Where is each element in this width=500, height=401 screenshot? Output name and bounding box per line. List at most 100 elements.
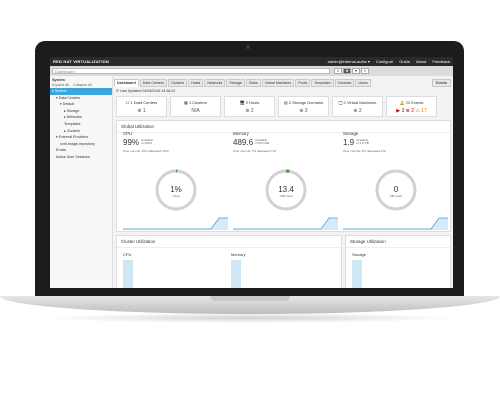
global-utilization-panel: Global Utilization CPU 99% Available of 100…: [116, 120, 451, 232]
about-link[interactable]: About: [416, 59, 426, 64]
donut-center-value: 13.4: [278, 185, 294, 194]
card-event-counts: ▶ 3 ⊗ 2 ⚠ 17: [387, 108, 436, 114]
donut-center-label: Used: [172, 194, 179, 198]
utilization-donut[interactable]: 13.4GiB Used: [263, 167, 309, 213]
tab-storage[interactable]: Storage: [226, 79, 245, 87]
available-summary: 1.9 Available of 1.9 TiB: [343, 138, 448, 147]
cluster-cpu-heatmap[interactable]: [123, 260, 133, 288]
available-total: of 503 GiB: [255, 141, 270, 146]
over-commit-text: Over commit: 7% (allocated 7%): [233, 149, 277, 153]
search-input[interactable]: Dashboard: [52, 68, 330, 74]
donut-center-value: 1%: [170, 185, 182, 194]
tree-item[interactable]: ▸ Clusters: [50, 128, 112, 135]
metric-name: CPU: [123, 131, 133, 136]
available-caption: Available of 503 GiB: [255, 138, 270, 146]
card-value: ⊕ 2: [245, 108, 254, 114]
card-title: 🖥 2 Hosts: [239, 100, 260, 105]
tab-hosts[interactable]: Hosts: [188, 79, 204, 87]
warning-count: ⚠ 17: [415, 108, 427, 114]
user-menu[interactable]: admin@internal-authz ▾: [328, 59, 370, 64]
donut-center-label: TiB Used: [390, 194, 403, 198]
bookmark-star-icon[interactable]: ★: [343, 68, 351, 74]
cluster-cpu-label: CPU: [123, 252, 132, 257]
available-summary: 489.6 Available of 503 GiB: [233, 138, 338, 147]
tab-data-centers[interactable]: Data Centers: [139, 79, 167, 87]
utilization-cpu: CPU 99% Available of 100% Over commit: 11% (…: [123, 131, 228, 231]
tree-item[interactable]: ▾ System: [50, 88, 112, 95]
tab-pools[interactable]: Pools: [295, 79, 311, 87]
utilization-donut[interactable]: 0TiB Used: [373, 167, 419, 213]
utilization-sparkline[interactable]: [343, 214, 448, 230]
cluster-utilization-panel: Cluster Utilization CPU Memory: [116, 235, 342, 288]
guide-link[interactable]: Guide: [399, 59, 410, 64]
available-value: 489.6: [233, 138, 254, 147]
tree-item[interactable]: ovirt-image-repository: [50, 141, 112, 148]
system-tree: ▾ System ▾ Data Centers ▾ Default ▸ Storage…: [50, 88, 112, 161]
card-value: ⊕ 1: [137, 108, 146, 114]
tree-item[interactable]: Errata: [50, 147, 112, 154]
tab-templates[interactable]: Templates: [311, 79, 334, 87]
card-storage-domains[interactable]: ▤ 2 Storage Domains ⊕ 2: [278, 96, 329, 117]
dashboard-main: ⟳ Last Updated 04/08/2016 14:36:22 ☐ 1 D…: [114, 87, 453, 288]
expand-all-link[interactable]: Expand All: [52, 83, 69, 87]
card-title: ▤ 2 Storage Domains: [283, 100, 324, 105]
panel-title: Storage Utilization: [346, 236, 450, 248]
tree-item[interactable]: ▸ Networks: [50, 114, 112, 121]
tab-clusters[interactable]: Clusters: [167, 79, 188, 87]
events-button[interactable]: Events: [432, 79, 451, 87]
tree-item[interactable]: ▾ External Providers: [50, 134, 112, 141]
collapse-all-link[interactable]: Collapse All: [73, 83, 92, 87]
chevron-down-icon[interactable]: ▾: [352, 68, 360, 74]
available-value: 99%: [123, 138, 140, 147]
top-links: admin@internal-authz ▾ Configure Guide A…: [328, 59, 450, 64]
tab-disks[interactable]: Disks: [245, 79, 261, 87]
cluster-memory-heatmap[interactable]: [231, 260, 241, 288]
card-events[interactable]: 🔔 22 Events ▶ 3 ⊗ 2 ⚠ 17: [386, 96, 437, 117]
sparkline-line: [123, 217, 228, 230]
storage-heatmap[interactable]: [352, 260, 362, 288]
tree-item[interactable]: ▾ Default: [50, 101, 112, 108]
camera-dot: [246, 45, 250, 49]
configure-link[interactable]: Configure: [376, 59, 393, 64]
tree-item[interactable]: Templates: [50, 121, 112, 128]
tab-users[interactable]: Users: [355, 79, 371, 87]
over-commit-text: Over commit: 11% (allocated 11%): [123, 149, 169, 153]
card-value: N/A: [191, 108, 200, 114]
search-row: Dashboard x ★ ▾ ⌕: [50, 66, 453, 76]
available-caption: Available of 100%: [141, 138, 153, 146]
cluster-memory-label: Memory: [231, 252, 246, 257]
tab-virtual-machines[interactable]: Virtual Machines: [261, 79, 295, 87]
donut-center-label: GiB Used: [280, 194, 293, 198]
summary-cards: ☐ 1 Data Centers ⊕ 1 ▦ 1 Clusters N/A 🖥 …: [116, 96, 437, 117]
utilization-donut[interactable]: 1%Used: [153, 167, 199, 213]
feedback-link[interactable]: Feedback: [432, 59, 450, 64]
sparkline-area: [343, 218, 448, 230]
storage-label: Storage: [352, 252, 367, 257]
tab-dashboard[interactable]: Dashboard: [114, 79, 139, 87]
card-virtual-machines[interactable]: 🖵 2 Virtual Machines ⊕ 2: [332, 96, 383, 117]
tree-item[interactable]: ▸ Storage: [50, 108, 112, 115]
card-title: ▦ 1 Clusters: [184, 100, 207, 105]
tree-item[interactable]: Active User Sessions: [50, 154, 112, 161]
sparkline-line: [233, 217, 338, 230]
donut-center-value: 0: [394, 185, 399, 194]
search-buttons: x ★ ▾ ⌕: [334, 68, 369, 74]
panel-title: Cluster Utilization: [117, 236, 341, 248]
main-tabs: Dashboard Data Centers Clusters Hosts Networ…: [114, 79, 371, 87]
available-value: 1.9: [343, 138, 355, 147]
tab-networks[interactable]: Networks: [204, 79, 226, 87]
sparkline-area: [123, 218, 228, 230]
card-value: ⊕ 2: [299, 108, 308, 114]
clear-icon[interactable]: x: [334, 68, 342, 74]
card-title: 🖵 2 Virtual Machines: [338, 100, 377, 105]
utilization-sparkline[interactable]: [233, 214, 338, 230]
tree-item[interactable]: ▾ Data Centers: [50, 95, 112, 102]
utilization-sparkline[interactable]: [123, 214, 228, 230]
utilization-storage: Storage 1.9 Available of 1.9 TiB Over commit…: [343, 131, 448, 231]
card-hosts[interactable]: 🖥 2 Hosts ⊕ 2: [224, 96, 275, 117]
laptop-notch: [210, 296, 290, 301]
tab-volumes[interactable]: Volumes: [334, 79, 355, 87]
search-icon[interactable]: ⌕: [361, 68, 369, 74]
card-clusters[interactable]: ▦ 1 Clusters N/A: [170, 96, 221, 117]
card-data-centers[interactable]: ☐ 1 Data Centers ⊕ 1: [116, 96, 167, 117]
